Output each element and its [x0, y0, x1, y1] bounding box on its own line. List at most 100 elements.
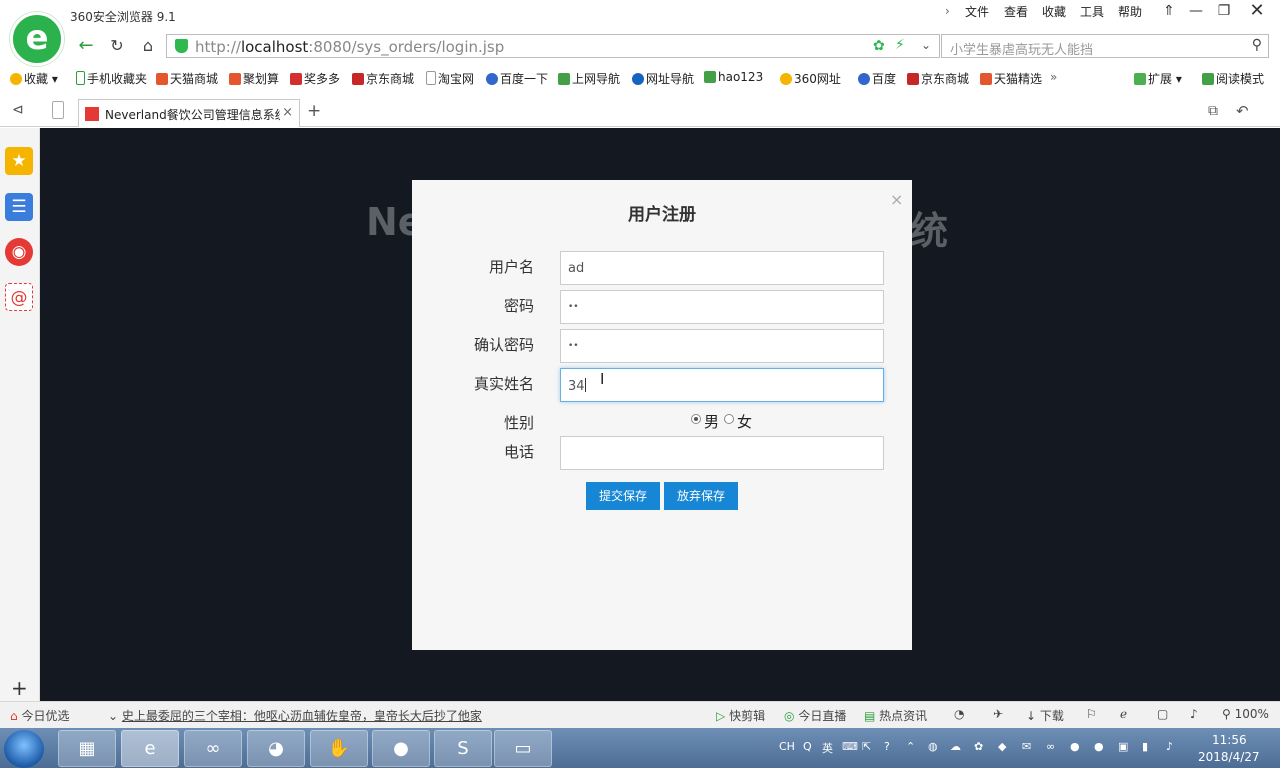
tray-qq2-icon[interactable]: ● [1094, 740, 1104, 753]
browser-logo-icon[interactable]: e [10, 12, 64, 66]
search-box[interactable]: 小学生暴虐高玩无人能挡 ⚲ [941, 34, 1269, 58]
menu-tools[interactable]: 工具 [1080, 3, 1104, 20]
language-indicator[interactable]: CH [779, 740, 795, 753]
chat-bubble-icon[interactable]: ◕ [247, 730, 305, 767]
tab-close-icon[interactable]: × [282, 105, 293, 120]
bookmark-juhuasuan[interactable]: 聚划算 [229, 70, 279, 87]
gender-male-radio[interactable] [691, 414, 701, 424]
modal-close-icon[interactable]: × [890, 190, 903, 209]
bookmark-wangzhi[interactable]: 网址导航 [632, 70, 694, 87]
username-input[interactable]: ad [560, 251, 884, 285]
start-button[interactable] [4, 730, 44, 768]
more-bookmarks-icon[interactable]: » [1050, 70, 1057, 84]
tray-chat-icon[interactable]: ◆ [998, 740, 1006, 753]
realname-input[interactable]: 34 [560, 368, 884, 402]
bookmark-taobao[interactable]: 淘宝网 [426, 70, 474, 87]
bookmark-jiangduoduo[interactable]: 奖多多 [290, 70, 340, 87]
password-input[interactable]: •• [560, 290, 884, 324]
add-sidebar-icon[interactable]: + [11, 676, 28, 700]
flag-icon[interactable]: ⚐ [1086, 707, 1097, 721]
volume-icon[interactable]: ♪ [1190, 707, 1198, 721]
home-button[interactable]: ⌂ [136, 35, 160, 57]
reading-mode-button[interactable]: 阅读模式 [1202, 70, 1264, 87]
tray-expand-icon[interactable]: ⌃ [906, 740, 915, 753]
qq-penguin-icon[interactable]: ● [372, 730, 430, 767]
star-icon[interactable]: ★ [5, 147, 33, 175]
gender-female-radio[interactable] [724, 414, 734, 424]
ime-q-icon[interactable]: Q [803, 740, 812, 753]
cancel-save-button[interactable]: 放弃保存 [664, 482, 738, 510]
window-icon[interactable]: ▢ [1157, 707, 1168, 721]
tray-arrow-icon[interactable]: ⇱ [862, 740, 871, 753]
mail-icon[interactable]: @ [5, 283, 33, 311]
bookmark-tmall[interactable]: 天猫商城 [156, 70, 218, 87]
baidu-netdisk-icon[interactable]: ∞ [184, 730, 242, 767]
chevron-right-icon[interactable]: › [945, 4, 950, 18]
restore-tabs-icon[interactable]: ⧉ [1208, 103, 1218, 119]
minimize-button[interactable]: — [1181, 0, 1211, 24]
bookmark-jd[interactable]: 京东商城 [352, 70, 414, 87]
today-picks[interactable]: ⌂ 今日优选 [10, 707, 69, 724]
network-icon[interactable]: ▮ [1142, 740, 1148, 753]
presentation-icon[interactable]: ▭ [494, 730, 552, 767]
close-button[interactable]: ✕ [1242, 0, 1272, 24]
tray-help-icon[interactable]: ? [884, 740, 890, 753]
tab-active[interactable]: Neverland餐饮公司管理信息系统 × [78, 99, 300, 127]
mobile-icon[interactable] [52, 101, 64, 119]
clock-time[interactable]: 11:56 [1212, 733, 1247, 747]
lightning-icon[interactable]: ⚡ [895, 37, 905, 53]
restore-button[interactable]: ❐ [1209, 0, 1239, 24]
news-ticker[interactable]: ⌄ 史上最委屈的三个宰相：他呕心沥血辅佐皇帝，皇帝长大后抄了他家 [108, 707, 482, 724]
dropdown-icon[interactable]: ⌄ [921, 38, 931, 52]
download-button[interactable]: ↓ 下载 [1026, 707, 1064, 724]
live-button[interactable]: ◎ 今日直播 [784, 707, 846, 724]
speed-icon[interactable]: ◔ [954, 707, 964, 721]
bookmark-jd-2[interactable]: 京东商城 [907, 70, 969, 87]
search-icon[interactable]: ⚲ [1252, 37, 1262, 53]
refresh-button[interactable]: ↻ [105, 35, 129, 57]
submit-save-button[interactable]: 提交保存 [586, 482, 660, 510]
address-bar[interactable]: http://localhost:8080/sys_orders/login.j… [166, 34, 940, 58]
news-icon[interactable]: ☰ [5, 193, 33, 221]
tray-mail-icon[interactable]: ✉ [1022, 740, 1031, 753]
s-app-icon[interactable]: S [434, 730, 492, 767]
bookmark-360[interactable]: 360网址 [780, 70, 841, 87]
360-browser-taskbar-icon[interactable]: e [121, 730, 179, 767]
quick-edit-button[interactable]: ▷ 快剪辑 [716, 707, 765, 724]
bookmark-favorites[interactable]: 收藏 ▾ [10, 70, 58, 87]
bookmark-mobile[interactable]: 手机收藏夹 [76, 70, 147, 87]
phone-input[interactable] [560, 436, 884, 470]
tray-netdisk-icon[interactable]: ∞ [1046, 740, 1055, 753]
bookmark-hao123[interactable]: hao123 [704, 70, 763, 84]
pin-icon[interactable]: ⇑ [1154, 0, 1184, 24]
undo-close-icon[interactable]: ↶ [1236, 102, 1249, 120]
ie-icon[interactable]: ℯ [1120, 707, 1127, 721]
sidebar-toggle-icon[interactable]: ⊲ [12, 102, 24, 118]
menu-file[interactable]: 文件 [965, 3, 989, 20]
weibo-icon[interactable]: ◉ [5, 238, 33, 266]
tray-weather-icon[interactable]: ☁ [950, 740, 961, 753]
menu-help[interactable]: 帮助 [1118, 3, 1142, 20]
bookmark-shangwang[interactable]: 上网导航 [558, 70, 620, 87]
confirm-password-input[interactable]: •• [560, 329, 884, 363]
new-tab-button[interactable]: + [307, 101, 321, 121]
zoom-control[interactable]: ⚲ 100% [1222, 707, 1269, 721]
tray-device-icon[interactable]: ▣ [1118, 740, 1128, 753]
menu-view[interactable]: 查看 [1004, 3, 1028, 20]
tray-keyboard-icon[interactable]: ⌨ [842, 740, 858, 753]
extensions-button[interactable]: 扩展 ▾ [1134, 70, 1182, 87]
hand-icon[interactable]: ✋ [310, 730, 368, 767]
clean-icon[interactable]: ✈ [993, 707, 1003, 721]
bookmark-tmall-select[interactable]: 天猫精选 [980, 70, 1042, 87]
menu-favorites[interactable]: 收藏 [1042, 3, 1066, 20]
clock-date[interactable]: 2018/4/27 [1198, 750, 1260, 764]
ime-mode[interactable]: 英 [822, 740, 833, 756]
tray-app-icon[interactable]: ✿ [974, 740, 983, 753]
tray-qq-icon[interactable]: ● [1070, 740, 1080, 753]
file-explorer-icon[interactable]: ▦ [58, 730, 116, 767]
speaker-icon[interactable]: ♪ [1166, 740, 1173, 753]
back-button[interactable]: ← [74, 35, 98, 57]
bookmark-baidu[interactable]: 百度一下 [486, 70, 548, 87]
bookmark-baidu-2[interactable]: 百度 [858, 70, 896, 87]
hot-news-button[interactable]: ▤ 热点资讯 [864, 707, 927, 724]
